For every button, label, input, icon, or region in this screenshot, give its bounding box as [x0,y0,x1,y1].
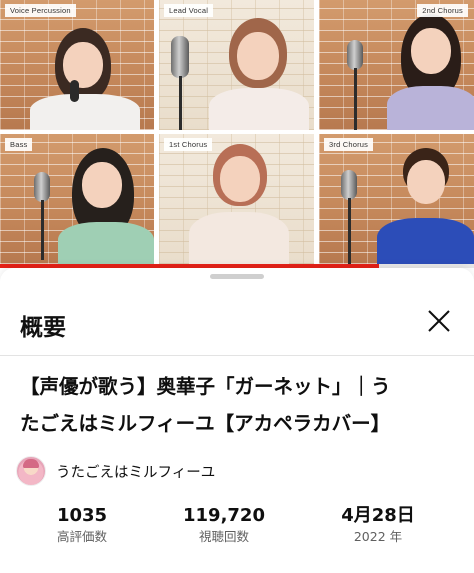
stat-date: 4月28日 2022 年 [308,504,448,546]
video-tile-bass: Bass [0,134,154,264]
video-tile-voice-percussion: Voice Percussion [0,0,154,130]
video-tile-2nd-chorus: 2nd Chorus [319,0,474,130]
singer-figure [387,14,474,130]
singer-figure [377,148,474,264]
upload-date: 4月28日 [341,505,415,526]
divider [0,355,474,356]
sheet-title: 概要 [20,315,66,341]
tile-label: 1st Chorus [164,138,213,151]
tile-label: Bass [5,138,33,151]
video-player[interactable]: Voice Percussion Lead Vocal 2nd Chorus B… [0,0,474,268]
drag-handle[interactable] [210,274,264,279]
close-button[interactable] [424,306,454,336]
tile-label: Voice Percussion [5,4,76,17]
video-title-line: たごえはミルフィーユ【アカペラカバー】 [20,412,391,435]
tile-label: 3rd Chorus [324,138,374,151]
channel-link[interactable]: うたごえはミルフィーユ [16,456,215,486]
likes-label: 高評価数 [56,529,107,544]
singer-figure [30,28,140,130]
video-tile-1st-chorus: 1st Chorus [159,134,314,264]
upload-year: 2022 年 [353,529,403,544]
video-grid: Voice Percussion Lead Vocal 2nd Chorus B… [0,0,474,266]
singer-figure [189,144,289,264]
views-label: 視聴回数 [198,529,249,544]
video-stats: 1035 高評価数 119,720 視聴回数 4月28日 2022 年 [0,504,474,556]
channel-name[interactable]: うたごえはミルフィーユ [56,461,215,482]
close-icon [428,310,450,332]
views-count: 119,720 [183,505,265,526]
singer-figure [58,148,154,264]
video-tile-lead-vocal: Lead Vocal [159,0,314,130]
video-title: 【声優が歌う】奥華子「ガーネット」｜う たごえはミルフィーユ【アカペラカバー】 [20,368,460,442]
singer-figure [209,18,309,130]
video-tile-3rd-chorus: 3rd Chorus [319,134,474,264]
video-title-line: 【声優が歌う】奥華子「ガーネット」｜う [20,375,391,398]
stat-views: 119,720 視聴回数 [154,504,294,546]
description-sheet: 概要 【声優が歌う】奥華子「ガーネット」｜う たごえはミルフィーユ【アカペラカバ… [0,268,474,573]
tile-label: Lead Vocal [164,4,214,17]
channel-avatar[interactable] [16,456,46,486]
likes-count: 1035 [56,505,108,526]
tile-label: 2nd Chorus [417,4,468,17]
stat-likes: 1035 高評価数 [12,504,152,546]
